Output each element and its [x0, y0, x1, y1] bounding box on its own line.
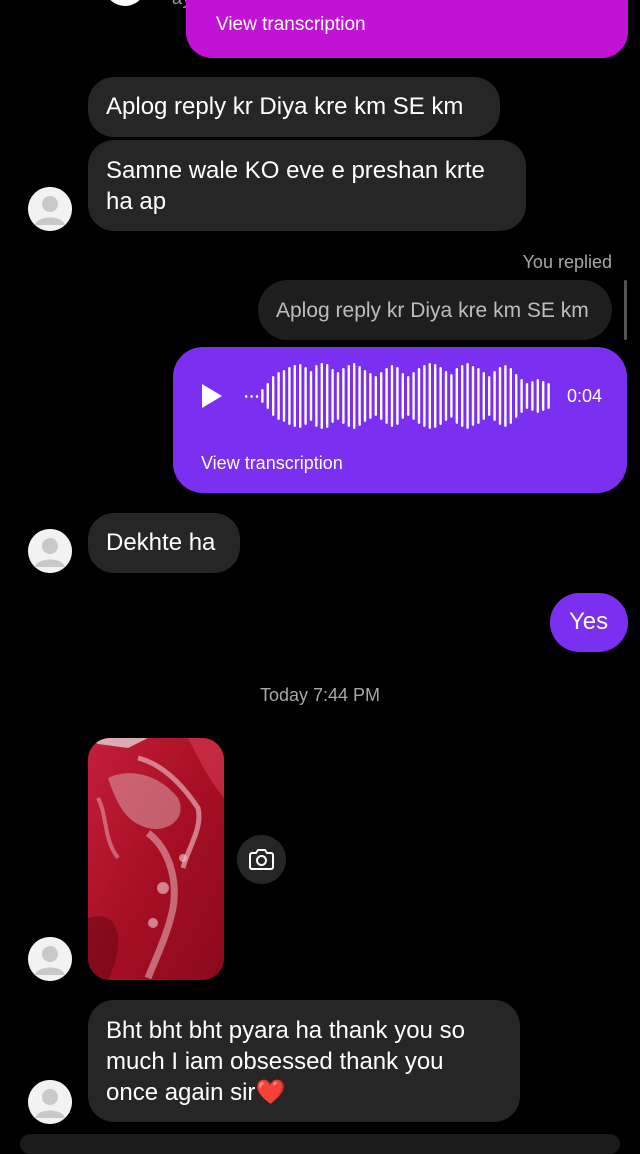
waveform-bar: [482, 372, 485, 420]
heart-emoji: ❤️: [255, 1079, 286, 1106]
waveform-bar: [444, 371, 448, 421]
message-text: Samne wale KO eve e preshan krte ha ap: [106, 157, 485, 215]
waveform-bar: [401, 373, 404, 419]
waveform-bar: [547, 383, 550, 409]
waveform-bar: [423, 365, 426, 427]
play-icon[interactable]: [200, 383, 224, 409]
view-transcription-link[interactable]: View transcription: [216, 14, 366, 36]
waveform-bar: [315, 365, 318, 427]
you-replied-label: You replied: [522, 252, 612, 272]
camera-button[interactable]: [237, 835, 286, 884]
waveform-bar: [542, 381, 545, 411]
message-composer[interactable]: [20, 1134, 620, 1154]
waveform-bar: [531, 381, 534, 411]
waveform-bar: [434, 364, 437, 428]
camera-icon: [249, 849, 274, 870]
waveform-bar: [358, 366, 361, 426]
waveform-bar: [515, 374, 518, 418]
waveform-bar: [450, 374, 453, 418]
message-text: Dekhte ha: [106, 529, 216, 556]
waveform-bar: [293, 365, 296, 427]
voice-message-bubble[interactable]: 0:04 View transcription: [173, 347, 627, 493]
contact-avatar[interactable]: [28, 529, 72, 573]
waveform-bar: [385, 368, 388, 424]
default-avatar-icon: [28, 937, 72, 981]
waveform-bar: [261, 389, 264, 403]
waveform-bar: [390, 365, 394, 427]
default-avatar-icon: [28, 1080, 72, 1124]
waveform-bar: [363, 370, 367, 422]
contact-avatar[interactable]: [28, 187, 72, 231]
waveform-bar: [353, 363, 356, 429]
waveform-bar: [272, 376, 275, 416]
message-bubble-incoming[interactable]: Dekhte ha: [88, 513, 240, 573]
waveform-icon[interactable]: [243, 359, 563, 433]
waveform-bar: [488, 376, 491, 416]
reply-indicator-bar: [624, 280, 627, 340]
waveform-bar: [455, 368, 458, 424]
waveform-bar: [326, 364, 329, 428]
header-avatar[interactable]: [104, 0, 146, 6]
waveform-bar: [471, 366, 475, 426]
message-bubble-incoming[interactable]: Aplog reply kr Diya kre km SE km: [88, 77, 500, 137]
waveform-bar: [320, 363, 323, 429]
waveform-bar: [525, 383, 529, 409]
message-bubble-incoming[interactable]: Samne wale KO eve e preshan krte ha ap: [88, 140, 526, 231]
waveform-bar: [477, 368, 480, 424]
waveform-bar: [498, 367, 502, 425]
waveform-bar: [304, 367, 307, 425]
timestamp: Today 7:44 PM: [259, 685, 381, 705]
waveform-bar: [493, 371, 496, 421]
waveform-bar: [309, 371, 313, 421]
waveform-bar: [299, 364, 302, 428]
waveform-bar: [331, 369, 334, 423]
contact-avatar[interactable]: [28, 1080, 72, 1124]
red-fabric-photo: [88, 738, 224, 980]
message-text: Bht bht bht pyara ha thank you so much I…: [106, 1017, 465, 1106]
waveform-bar: [520, 379, 523, 413]
default-avatar-icon: [28, 187, 72, 231]
message-bubble-incoming[interactable]: Bht bht bht pyara ha thank you so much I…: [88, 1000, 520, 1122]
waveform-bar: [277, 372, 280, 420]
waveform-bar: [245, 395, 248, 398]
waveform-bar: [417, 368, 421, 424]
default-avatar-icon: [28, 529, 72, 573]
waveform-bar: [536, 379, 539, 413]
waveform-bar: [282, 370, 286, 422]
waveform-bar: [461, 365, 464, 427]
contact-avatar[interactable]: [28, 937, 72, 981]
waveform-bar: [336, 372, 340, 420]
waveform-bar: [369, 373, 372, 419]
quoted-text: Aplog reply kr Diya kre km SE km: [276, 299, 589, 322]
message-text: Yes: [569, 608, 609, 635]
waveform-bar: [347, 365, 350, 427]
message-bubble-outgoing[interactable]: Yes: [550, 593, 628, 652]
waveform-bar: [396, 367, 399, 425]
waveform-bar: [504, 365, 507, 427]
waveform-bar: [380, 372, 383, 420]
voice-duration: 0:04: [567, 386, 603, 406]
message-text: Aplog reply kr Diya kre km SE km: [106, 93, 464, 120]
waveform-bar: [428, 363, 431, 429]
waveform-bar: [288, 367, 291, 425]
photo-message[interactable]: [88, 738, 224, 980]
waveform-bar: [412, 372, 415, 420]
waveform-bar: [342, 368, 345, 424]
waveform-bar: [407, 376, 410, 416]
view-transcription-link[interactable]: View transcription: [201, 453, 343, 474]
waveform-bar: [374, 376, 377, 416]
waveform-bar: [466, 363, 469, 429]
quoted-reply-bubble[interactable]: Aplog reply kr Diya kre km SE km: [258, 280, 612, 340]
previous-voice-bubble[interactable]: View transcription: [186, 0, 628, 58]
waveform-bar: [439, 367, 442, 425]
waveform-bar: [509, 368, 512, 424]
waveform-bar: [250, 395, 253, 398]
waveform-bar: [255, 395, 259, 398]
waveform-bar: [266, 383, 269, 409]
